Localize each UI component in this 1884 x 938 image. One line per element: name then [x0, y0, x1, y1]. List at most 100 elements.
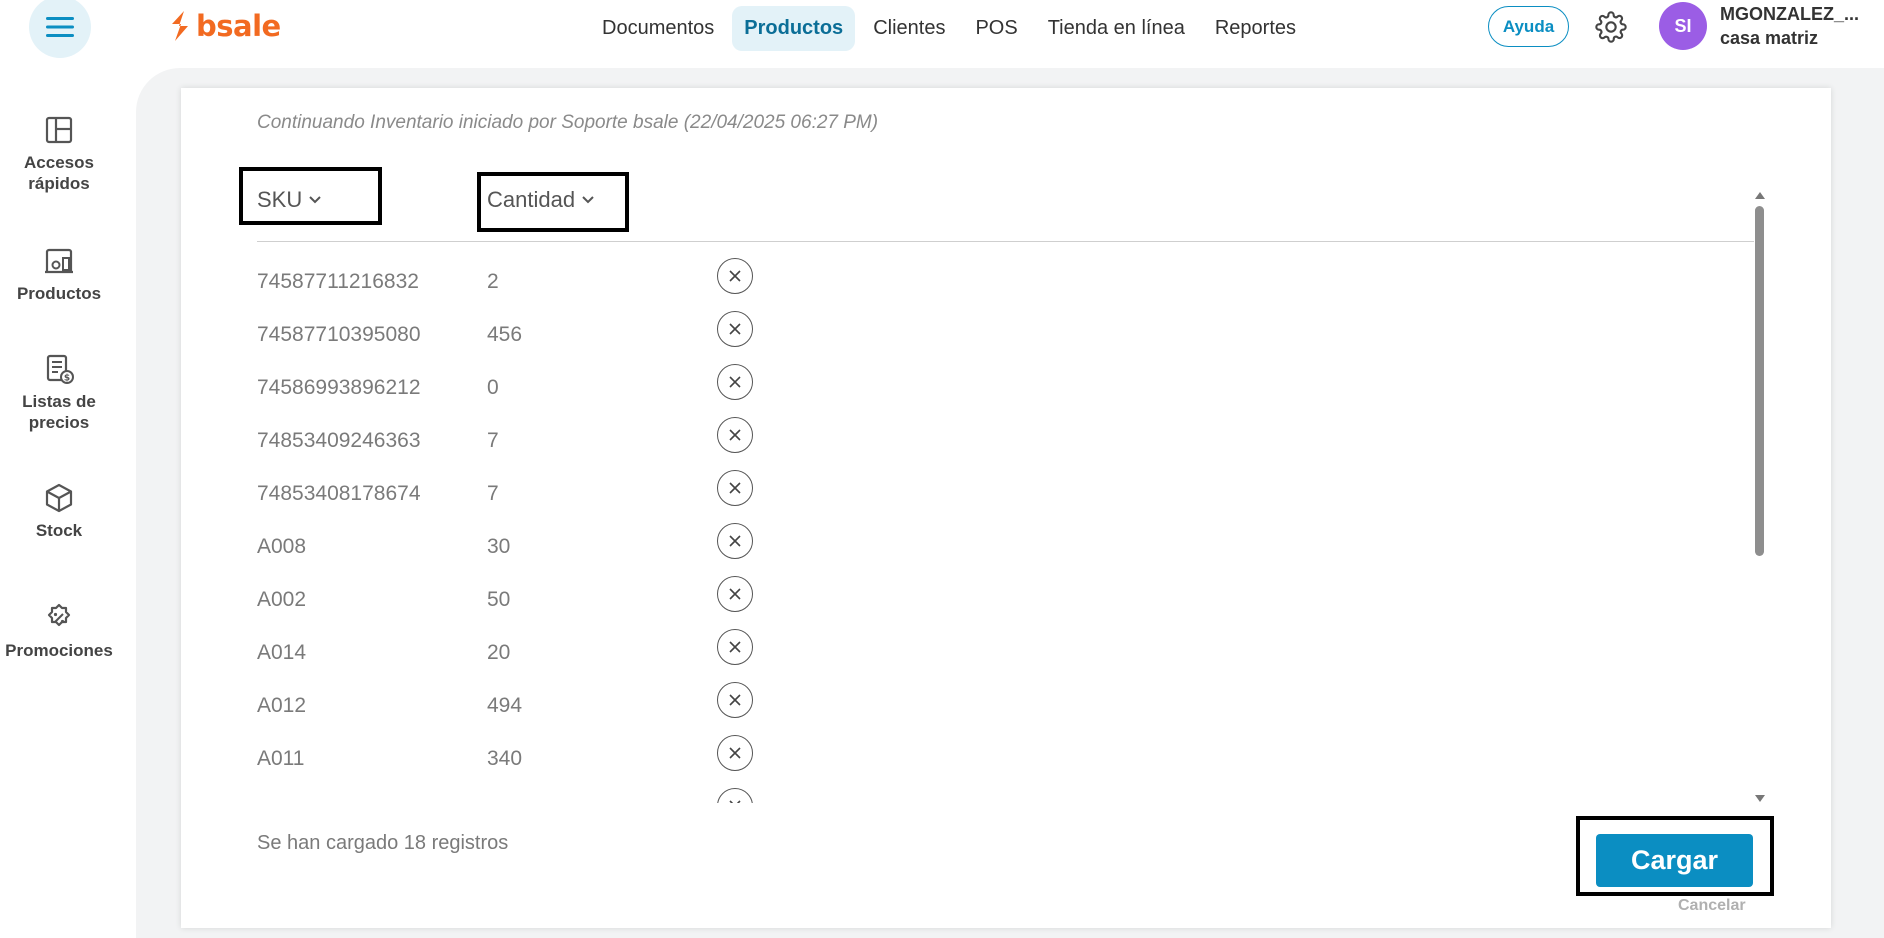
- remove-row-button[interactable]: [717, 258, 753, 294]
- nav-clientes[interactable]: Clientes: [861, 6, 957, 51]
- row-sku: A008: [257, 535, 307, 558]
- column-header-cantidad-label: Cantidad: [487, 187, 576, 212]
- help-button[interactable]: Ayuda: [1488, 6, 1569, 47]
- sidebar-item-productos[interactable]: Productos: [0, 245, 118, 304]
- table-header-divider: [257, 241, 1754, 242]
- close-icon: [729, 535, 741, 547]
- row-quantity: 340: [487, 747, 523, 770]
- nav-tienda-en-linea[interactable]: Tienda en línea: [1036, 6, 1197, 51]
- table-row: 74586993896212 0: [257, 364, 1757, 417]
- sidebar: Accesos rápidos Productos $ Listas de pr…: [0, 62, 118, 919]
- row-sku: 74587710395080: [257, 323, 421, 346]
- user-name[interactable]: MGONZALEZ_...: [1720, 4, 1880, 25]
- remove-row-button[interactable]: [717, 417, 753, 453]
- remove-row-button[interactable]: [717, 629, 753, 665]
- layout-icon: [43, 114, 75, 146]
- remove-row-button[interactable]: [717, 364, 753, 400]
- table-row: A014 20: [257, 629, 1757, 682]
- bsale-logo[interactable]: bsale: [168, 8, 281, 44]
- sidebar-item-promociones[interactable]: Promociones: [0, 602, 118, 661]
- cargar-button[interactable]: Cargar: [1596, 834, 1753, 887]
- remove-row-button[interactable]: [717, 470, 753, 506]
- main-nav: Documentos Productos Clientes POS Tienda…: [590, 6, 1314, 51]
- close-icon: [729, 641, 741, 653]
- user-avatar[interactable]: SI: [1659, 2, 1707, 50]
- table-row: A002 50: [257, 576, 1757, 629]
- column-header-cantidad[interactable]: Cantidad: [487, 187, 595, 213]
- row-quantity: 50: [487, 588, 511, 611]
- remove-row-button[interactable]: [717, 788, 753, 803]
- box-icon: [43, 482, 75, 514]
- row-sku: 74853408178674: [257, 482, 421, 505]
- sidebar-item-stock[interactable]: Stock: [0, 482, 118, 541]
- row-quantity: 30: [487, 535, 511, 558]
- column-header-sku-label: SKU: [257, 187, 303, 212]
- cancel-link[interactable]: Cancelar: [1678, 897, 1746, 915]
- remove-row-button[interactable]: [717, 576, 753, 612]
- price-list-icon: $: [43, 353, 75, 385]
- table-row: 74587711216832 2: [257, 258, 1757, 311]
- table-scrollbar[interactable]: [1752, 192, 1766, 802]
- sidebar-item-accesos-rapidos[interactable]: Accesos rápidos: [0, 114, 118, 194]
- row-sku: A011: [257, 747, 305, 770]
- table-row: [257, 788, 1757, 803]
- table-row: A008 30: [257, 523, 1757, 576]
- inventory-subtitle: Continuando Inventario iniciado por Sopo…: [257, 112, 879, 133]
- close-icon: [729, 747, 741, 759]
- table-row: 74587710395080 456: [257, 311, 1757, 364]
- logo-text: bsale: [196, 9, 281, 43]
- row-sku: A002: [257, 588, 307, 611]
- discount-icon: [43, 602, 75, 634]
- row-sku: A012: [257, 694, 307, 717]
- row-sku: 74587711216832: [257, 270, 419, 293]
- table-row: 74853408178674 7: [257, 470, 1757, 523]
- sidebar-item-label: Stock: [35, 521, 83, 540]
- close-icon: [729, 323, 741, 335]
- row-quantity: 20: [487, 641, 511, 664]
- row-quantity: 7: [487, 429, 499, 452]
- close-icon: [729, 376, 741, 388]
- menu-icon: [46, 17, 74, 37]
- settings-button[interactable]: [1595, 11, 1627, 43]
- sidebar-item-label: Promociones: [5, 641, 113, 660]
- scroll-up-arrow-icon[interactable]: [1755, 192, 1765, 199]
- close-icon: [729, 800, 741, 803]
- sidebar-item-listas-de-precios[interactable]: $ Listas de precios: [0, 353, 118, 433]
- remove-row-button[interactable]: [717, 523, 753, 559]
- bsale-logo-icon: [172, 11, 188, 41]
- row-sku: 74853409246363: [257, 429, 421, 452]
- table-row: A011 340: [257, 735, 1757, 788]
- nav-pos[interactable]: POS: [963, 6, 1029, 51]
- close-icon: [729, 429, 741, 441]
- row-quantity: 0: [487, 376, 499, 399]
- remove-row-button[interactable]: [717, 735, 753, 771]
- scrollbar-thumb[interactable]: [1755, 206, 1764, 556]
- row-quantity: 456: [487, 323, 523, 346]
- products-icon: [43, 245, 75, 277]
- inventory-table-body: 74587711216832 2 74587710395080 456 7458…: [257, 258, 1757, 803]
- user-branch: casa matriz: [1720, 28, 1819, 48]
- close-icon: [729, 588, 741, 600]
- close-icon: [729, 270, 741, 282]
- table-row: 74853409246363 7: [257, 417, 1757, 470]
- nav-reportes[interactable]: Reportes: [1203, 6, 1308, 51]
- sidebar-item-label: Listas de precios: [22, 392, 96, 432]
- close-icon: [729, 694, 741, 706]
- column-header-sku[interactable]: SKU: [257, 187, 322, 213]
- row-quantity: 494: [487, 694, 523, 717]
- row-quantity: 2: [487, 270, 499, 293]
- remove-row-button[interactable]: [717, 682, 753, 718]
- sidebar-item-label: Accesos rápidos: [24, 153, 94, 193]
- nav-productos[interactable]: Productos: [732, 6, 856, 51]
- scroll-down-arrow-icon[interactable]: [1755, 795, 1765, 802]
- nav-documentos[interactable]: Documentos: [590, 6, 726, 51]
- hamburger-menu-button[interactable]: [29, 0, 91, 58]
- svg-text:$: $: [64, 374, 70, 384]
- remove-row-button[interactable]: [717, 311, 753, 347]
- close-icon: [729, 482, 741, 494]
- row-quantity: 7: [487, 482, 499, 505]
- chevron-down-icon: [309, 196, 321, 204]
- records-loaded-text: Se han cargado 18 registros: [257, 832, 509, 854]
- table-row: A012 494: [257, 682, 1757, 735]
- sidebar-item-label: Productos: [16, 284, 102, 303]
